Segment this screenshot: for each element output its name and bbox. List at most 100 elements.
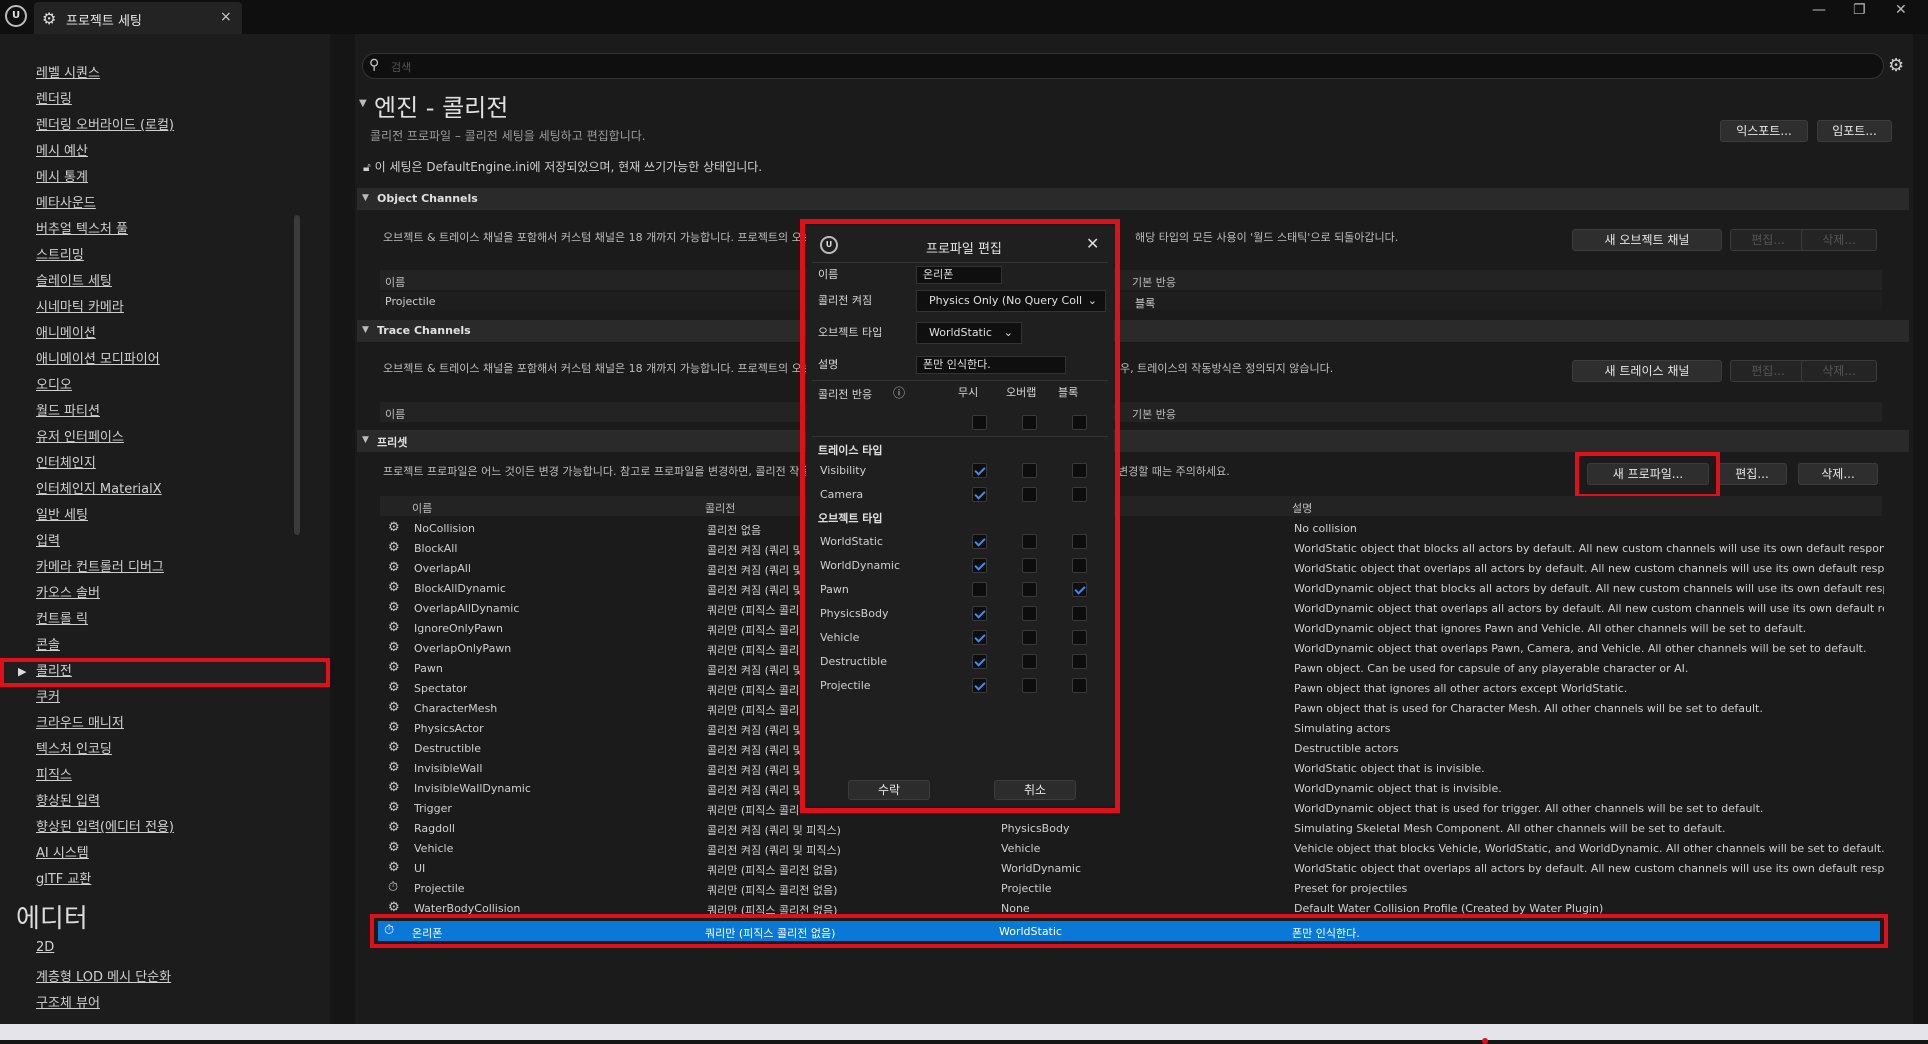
sidebar-item[interactable]: 버추얼 텍스처 풀 [36, 218, 128, 237]
table-row[interactable]: ⚙ UI 쿼리만 (피직스 콜리전 없음) WorldDynamic WorldStat… [380, 858, 1884, 878]
table-row[interactable]: ⚙ OverlapAllDynamic 쿼리만 (피직스 콜리 WorldDynami… [380, 598, 1884, 618]
collision-enabled-dropdown[interactable]: Physics Only (No Query Coll ⌄ [916, 290, 1106, 312]
edit-profile-button[interactable]: 편집... [1717, 463, 1787, 485]
sidebar-item[interactable]: 레벨 시퀀스 [36, 62, 100, 81]
help-icon[interactable]: ⓘ [893, 384, 905, 401]
table-row[interactable]: ⚙ OverlapAll 콜리전 켜짐 (쿼리 및 WorldStatic objec… [380, 558, 1884, 578]
block-checkbox[interactable] [1072, 678, 1087, 693]
sidebar-item[interactable]: 메시 통계 [36, 166, 88, 185]
ignore-checkbox[interactable] [972, 582, 987, 597]
table-row[interactable]: ⚙ Pawn 콜리전 켜짐 (쿼리 및 Pawn object. Can be use… [380, 658, 1882, 678]
overlap-checkbox[interactable] [1022, 582, 1037, 597]
table-row[interactable]: ⚙ OverlapOnlyPawn 쿼리만 (피직스 콜리 WorldDynamic … [380, 638, 1882, 658]
block-checkbox[interactable] [1072, 558, 1087, 573]
table-row[interactable]: ⏱ Projectile 쿼리만 (피직스 콜리전 없음) Projectile Pre… [380, 878, 1882, 898]
tab-close-icon[interactable]: × [220, 9, 232, 25]
block-checkbox[interactable] [1072, 606, 1087, 621]
overlap-checkbox[interactable] [1022, 534, 1037, 549]
sidebar-item[interactable]: 향상된 입력(에디터 전용) [36, 816, 174, 835]
table-row[interactable]: ⚙ Vehicle 콜리전 켜짐 (쿼리 및 피직스) Vehicle Vehicle … [380, 838, 1884, 858]
block-checkbox[interactable] [1072, 463, 1087, 478]
overlap-checkbox[interactable] [1022, 606, 1037, 621]
overlap-checkbox[interactable] [1022, 487, 1037, 502]
block-checkbox[interactable] [1072, 534, 1087, 549]
sidebar-item[interactable]: 향상된 입력 [36, 790, 100, 809]
sidebar-item[interactable]: 애니메이션 모디파이어 [36, 348, 160, 367]
maximize-button[interactable]: ❐ [1853, 2, 1866, 18]
object-channels-header[interactable]: ▼ Object Channels [357, 188, 1909, 210]
ignore-checkbox[interactable] [972, 534, 987, 549]
sidebar-item[interactable]: 2D [36, 940, 54, 955]
sidebar-item[interactable]: 메시 예산 [36, 140, 88, 159]
edit-object-channel-button[interactable]: 편집... [1730, 229, 1806, 251]
sidebar-item[interactable]: 인터체인지 [36, 452, 96, 471]
ignore-checkbox[interactable] [972, 558, 987, 573]
sidebar-item[interactable]: 일반 세팅 [36, 504, 88, 523]
delete-profile-button[interactable]: 삭제... [1798, 463, 1878, 485]
sidebar-item[interactable]: 메타사운드 [36, 192, 96, 211]
delete-object-channel-button[interactable]: 삭제... [1801, 229, 1877, 251]
sidebar-item[interactable]: 입력 [36, 530, 60, 549]
table-row[interactable]: ⚙ NoCollision 콜리전 없음 No collision [380, 518, 1882, 538]
overlap-checkbox[interactable] [1022, 558, 1037, 573]
sidebar-item[interactable]: 슬레이트 세팅 [36, 270, 112, 289]
sidebar-item[interactable]: 월드 파티션 [36, 400, 100, 419]
sidebar-item[interactable]: 텍스처 인코딩 [36, 738, 112, 757]
sidebar-item[interactable]: 인터체인지 MaterialX [36, 478, 162, 497]
name-field[interactable]: 온리폰 [916, 266, 1002, 284]
table-row[interactable]: ⚙ Trigger 쿼리만 (피직스 콜리 WorldDynamic object t… [380, 798, 1882, 818]
sidebar-item[interactable]: 콜리전 [36, 660, 72, 679]
cancel-button[interactable]: 취소 [994, 780, 1076, 800]
sidebar-item[interactable]: 렌더링 [36, 88, 72, 107]
table-row[interactable]: ⚙ Ragdoll 콜리전 켜짐 (쿼리 및 피직스) PhysicsBody Simu… [380, 818, 1882, 838]
overlap-checkbox[interactable] [1022, 630, 1037, 645]
view-options-gear-icon[interactable]: ⚙ [1888, 55, 1904, 76]
table-row[interactable]: ⚙ Destructible 콜리전 켜짐 (쿼리 및 Destructible ac… [380, 738, 1882, 758]
table-row[interactable]: Projectile 블록 [380, 292, 1882, 310]
block-checkbox[interactable] [1072, 654, 1087, 669]
overlap-checkbox[interactable] [1022, 678, 1037, 693]
sidebar-item[interactable]: 유저 인터페이스 [36, 426, 124, 445]
sidebar-item[interactable]: 콘솔 [36, 634, 60, 653]
sidebar-item[interactable]: 오디오 [36, 374, 72, 393]
sidebar-item[interactable]: 카메라 컨트롤러 디버그 [36, 556, 164, 575]
import-button[interactable]: 임포트... [1817, 120, 1892, 142]
new-trace-channel-button[interactable]: 새 트레이스 채널 [1572, 360, 1722, 382]
block-checkbox[interactable] [1072, 630, 1087, 645]
block-checkbox[interactable] [1072, 582, 1087, 597]
sidebar-item[interactable]: glTF 교환 [36, 868, 91, 887]
ignore-checkbox[interactable] [972, 487, 987, 502]
sidebar-item[interactable]: 시네마틱 카메라 [36, 296, 124, 315]
new-object-channel-button[interactable]: 새 오브젝트 채널 [1572, 229, 1722, 251]
accept-button[interactable]: 수락 [848, 780, 930, 800]
all-block-checkbox[interactable] [1072, 415, 1087, 430]
table-row[interactable]: ⚙ CharacterMesh 쿼리만 (피직스 콜리 Pawn object tha… [380, 698, 1882, 718]
block-checkbox[interactable] [1072, 487, 1087, 502]
ignore-checkbox[interactable] [972, 654, 987, 669]
ignore-checkbox[interactable] [972, 630, 987, 645]
sidebar-item[interactable]: 계층형 LOD 메시 단순화 [36, 966, 171, 985]
minimize-button[interactable]: — [1812, 2, 1826, 18]
sidebar-item[interactable]: 스트리밍 [36, 244, 84, 263]
trace-channels-header[interactable]: ▼ Trace Channels [357, 320, 1909, 342]
delete-trace-channel-button[interactable]: 삭제... [1801, 360, 1877, 382]
overlap-checkbox[interactable] [1022, 654, 1037, 669]
presets-header[interactable]: ▼ 프리셋 [357, 430, 1909, 452]
overlap-checkbox[interactable] [1022, 463, 1037, 478]
table-row[interactable]: ⚙ InvisibleWall 콜리전 켜짐 (쿼리 및 WorldStatic ob… [380, 758, 1882, 778]
edit-trace-channel-button[interactable]: 편집... [1730, 360, 1806, 382]
collapse-caret-icon[interactable]: ▼ [359, 98, 367, 109]
sidebar-item[interactable]: AI 시스템 [36, 842, 89, 861]
ignore-checkbox[interactable] [972, 463, 987, 478]
ignore-checkbox[interactable] [972, 678, 987, 693]
close-window-button[interactable]: ✕ [1895, 2, 1907, 18]
sidebar-item[interactable]: 렌더링 오버라이드 (로컬) [36, 114, 174, 133]
table-row[interactable]: ⚙ BlockAll 콜리전 켜짐 (쿼리 및 WorldStatic object … [380, 538, 1884, 558]
sidebar-item[interactable]: 애니메이션 [36, 322, 96, 341]
description-field[interactable]: 폰만 인식한다. [916, 356, 1066, 374]
sidebar-item[interactable]: 쿠커 [36, 686, 60, 705]
all-ignore-checkbox[interactable] [972, 415, 987, 430]
sidebar-item[interactable]: 피직스 [36, 764, 72, 783]
dialog-close-icon[interactable]: ✕ [1086, 234, 1099, 253]
tab-project-settings[interactable]: ⚙ 프로젝트 세팅 × [34, 2, 242, 34]
